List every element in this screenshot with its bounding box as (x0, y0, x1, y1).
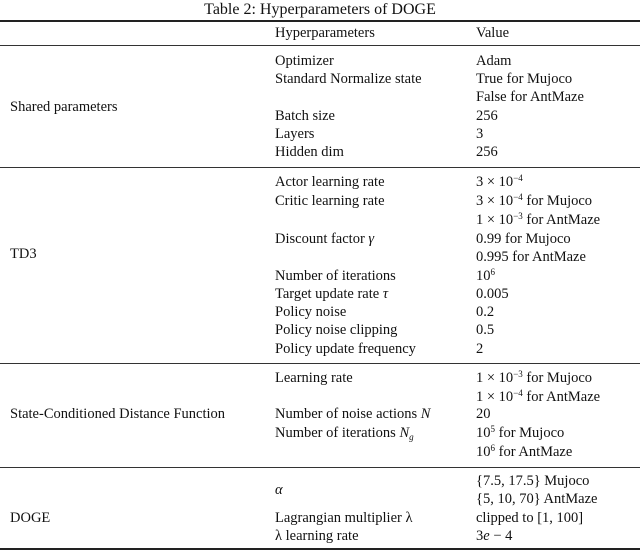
value-normalize-mujoco: True for Mujoco (476, 71, 573, 87)
value-batch-size: 256 (476, 108, 498, 124)
value-actor-lr: 3 × 10−4 (476, 173, 523, 191)
value-noise-clipping: 0.5 (476, 322, 495, 338)
bottom-rule (0, 548, 640, 550)
header-rule (0, 45, 640, 46)
section-rule (0, 467, 640, 468)
param-target-update: Target update rate τ (275, 286, 389, 302)
param-policy-noise: Policy noise (275, 304, 347, 320)
param-noise-clipping: Policy noise clipping (275, 322, 398, 338)
value-lr-mujoco: 1 × 10−3 for Mujoco (476, 369, 593, 387)
value-ng-antmaze: 106 for AntMaze (476, 443, 573, 461)
value-hidden-dim: 256 (476, 144, 498, 160)
value-critic-lr-antmaze: 1 × 10−3 for AntMaze (476, 211, 601, 229)
value-ng-mujoco: 105 for Mujoco (476, 424, 565, 442)
top-rule (0, 20, 640, 22)
param-hidden-dim: Hidden dim (275, 144, 344, 160)
value-lambda-lr: 3e − 4 (476, 528, 513, 544)
value-alpha-antmaze: {5, 10, 70} AntMaze (476, 491, 598, 507)
value-layers: 3 (476, 126, 484, 142)
param-learning-rate: Learning rate (275, 370, 353, 386)
param-discount: Discount factor γ (275, 231, 375, 247)
value-policy-freq: 2 (476, 341, 484, 357)
param-layers: Layers (275, 126, 315, 142)
value-lagrangian: clipped to [1, 100] (476, 510, 584, 526)
value-policy-noise: 0.2 (476, 304, 495, 320)
param-normalize: Standard Normalize state (275, 71, 422, 87)
param-lagrangian: Lagrangian multiplier λ (275, 510, 413, 526)
value-normalize-antmaze: False for AntMaze (476, 89, 584, 105)
param-noise-actions: Number of noise actions N (275, 406, 431, 422)
value-target-update: 0.005 (476, 286, 509, 302)
value-optimizer: Adam (476, 53, 512, 69)
group-td3: TD3 (10, 246, 37, 262)
group-shared: Shared parameters (10, 99, 118, 115)
group-distance-function: State-Conditioned Distance Function (10, 406, 226, 422)
value-alpha-mujoco: {7.5, 17.5} Mujoco (476, 473, 590, 489)
param-iterations: Number of iterations (275, 268, 396, 284)
param-batch-size: Batch size (275, 108, 335, 124)
value-discount-antmaze: 0.995 for AntMaze (476, 249, 586, 265)
value-critic-lr-mujoco: 3 × 10−4 for Mujoco (476, 192, 593, 210)
section-rule (0, 167, 640, 168)
param-actor-lr: Actor learning rate (275, 174, 385, 190)
header-hyperparameters: Hyperparameters (275, 25, 375, 41)
param-alpha: α (275, 482, 283, 498)
table-caption: Table 2: Hyperparameters of DOGE (204, 1, 436, 18)
param-policy-freq: Policy update frequency (275, 341, 416, 357)
param-lambda-lr: λ learning rate (275, 528, 359, 544)
value-lr-antmaze: 1 × 10−4 for AntMaze (476, 388, 601, 406)
param-optimizer: Optimizer (275, 53, 334, 69)
section-rule (0, 363, 640, 364)
value-noise-actions: 20 (476, 406, 491, 422)
value-discount-mujoco: 0.99 for Mujoco (476, 231, 571, 247)
header-value: Value (476, 25, 510, 41)
value-iterations: 106 (476, 267, 495, 285)
param-iterations-ng: Number of iterations Ng (275, 425, 414, 442)
param-critic-lr: Critic learning rate (275, 193, 385, 209)
group-doge: DOGE (10, 510, 51, 526)
